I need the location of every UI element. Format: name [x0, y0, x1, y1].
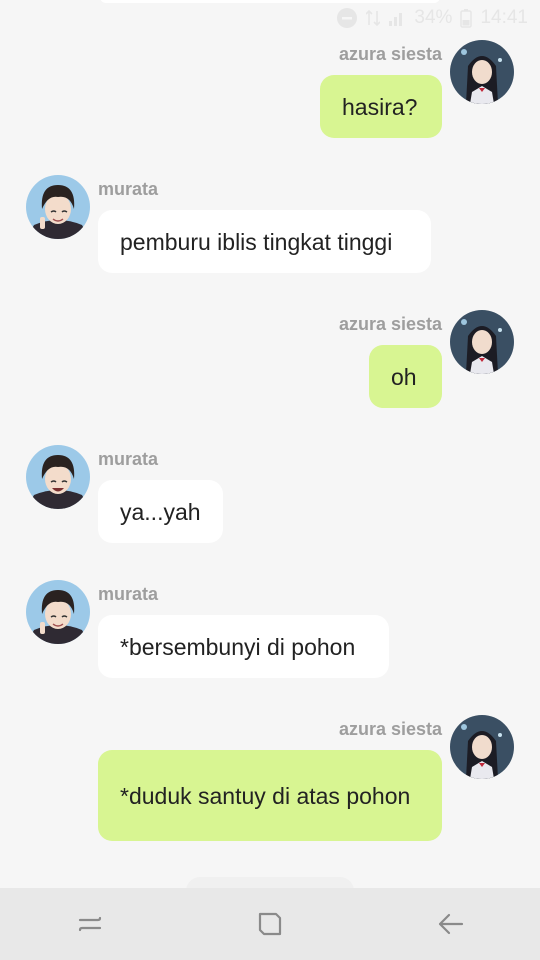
- message-bubble[interactable]: ya...yah: [98, 480, 223, 543]
- sender-name: murata: [98, 449, 159, 469]
- data-transfer-icon: [366, 9, 381, 27]
- message-bubble[interactable]: *bersembunyi di pohon: [98, 615, 389, 678]
- sender-name: murata: [98, 179, 159, 199]
- navigation-bar: [0, 888, 540, 960]
- avatar-murata[interactable]: [26, 580, 90, 644]
- signal-icon: [388, 9, 406, 27]
- avatar-murata[interactable]: [26, 445, 90, 509]
- avatar-murata[interactable]: [26, 175, 90, 239]
- sender-name: azura siesta: [338, 719, 442, 739]
- message-bubble[interactable]: hasira?: [320, 75, 442, 138]
- battery-icon: [460, 8, 473, 28]
- battery-percentage: 34%: [414, 7, 453, 28]
- message-bubble[interactable]: pemburu iblis tingkat tinggi: [98, 210, 431, 273]
- status-bar: 34% 14:41: [0, 0, 540, 36]
- back-icon[interactable]: [420, 894, 480, 954]
- sender-name: murata: [98, 584, 159, 604]
- avatar-azura-siesta[interactable]: [450, 40, 514, 104]
- avatar-azura-siesta[interactable]: [450, 715, 514, 779]
- clock: 14:41: [480, 7, 528, 28]
- sender-name: azura siesta: [338, 44, 442, 64]
- home-icon[interactable]: [240, 894, 300, 954]
- messenger-icon: [336, 7, 358, 29]
- recent-apps-icon[interactable]: [60, 894, 120, 954]
- message-bubble[interactable]: oh: [369, 345, 442, 408]
- message-bubble[interactable]: *duduk santuy di atas pohon: [98, 750, 442, 841]
- avatar-azura-siesta[interactable]: [450, 310, 514, 374]
- sender-name: azura siesta: [338, 314, 442, 334]
